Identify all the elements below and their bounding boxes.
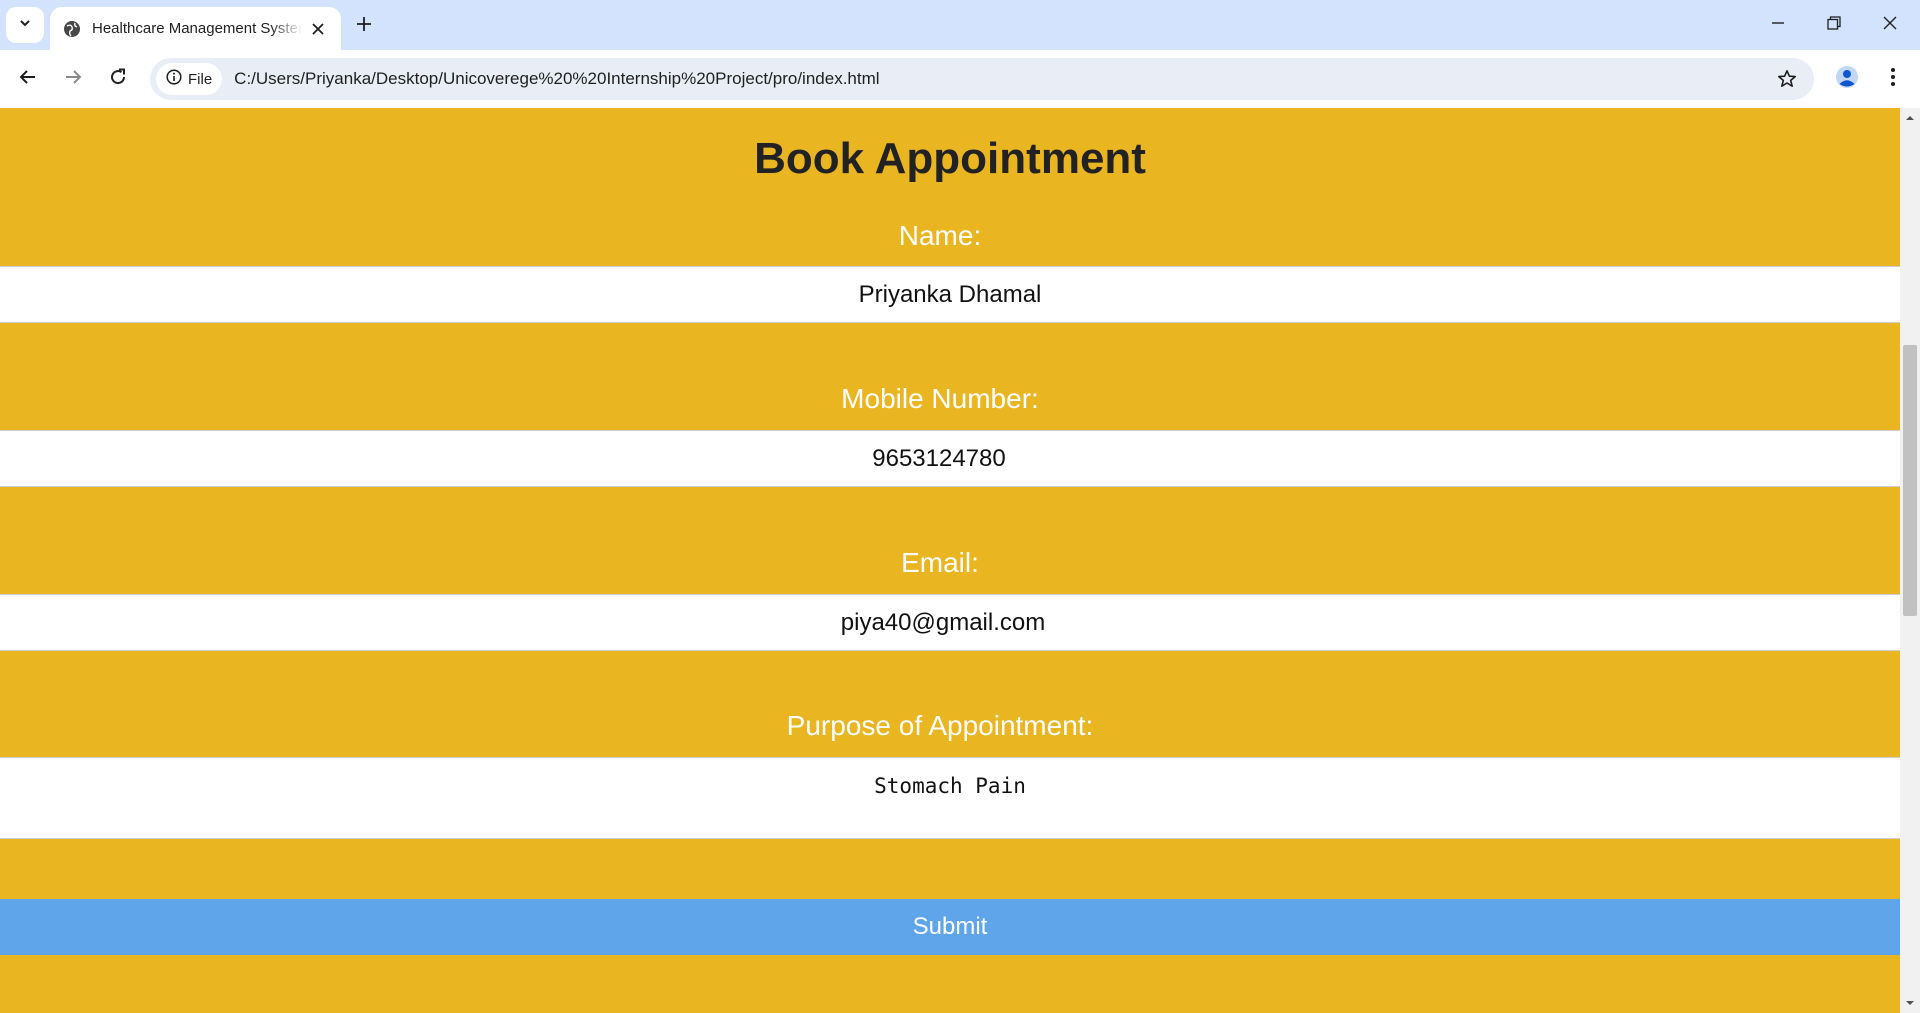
mobile-label: Mobile Number: xyxy=(841,383,1039,414)
info-icon xyxy=(166,68,182,90)
globe-icon xyxy=(62,19,82,39)
email-label: Email: xyxy=(901,547,979,578)
purpose-label: Purpose of Appointment: xyxy=(786,710,1094,741)
reload-button[interactable] xyxy=(101,62,135,96)
purpose-textarea[interactable]: Stomach Pain xyxy=(0,757,1900,839)
submit-button[interactable]: Submit xyxy=(0,899,1900,955)
scroll-down-icon[interactable] xyxy=(1900,993,1920,1013)
page-viewport: Book Appointment Name: Priyanka Dhamal M… xyxy=(0,108,1900,1013)
mobile-input[interactable]: 9653124780 xyxy=(0,430,1900,487)
address-bar[interactable]: File C:/Users/Priyanka/Desktop/Unicovere… xyxy=(150,58,1814,100)
scroll-thumb[interactable] xyxy=(1903,345,1917,616)
tab-search-icon xyxy=(18,16,32,35)
window-close-icon xyxy=(1883,16,1897,35)
page-scrollbar[interactable] xyxy=(1900,108,1920,1013)
profile-icon xyxy=(1835,65,1859,94)
new-tab-button[interactable] xyxy=(350,12,378,40)
tab-strip: Healthcare Management System xyxy=(0,0,1920,50)
close-icon[interactable] xyxy=(307,18,329,40)
window-close-button[interactable] xyxy=(1862,0,1918,50)
name-input[interactable]: Priyanka Dhamal xyxy=(0,266,1900,323)
name-label: Name: xyxy=(898,220,982,251)
forward-button[interactable] xyxy=(56,62,90,96)
star-icon[interactable] xyxy=(1774,66,1800,92)
site-info-chip[interactable]: File xyxy=(156,63,223,95)
forward-arrow-icon xyxy=(64,68,82,91)
tab-title: Healthcare Management System xyxy=(92,20,302,37)
reload-icon xyxy=(109,68,127,91)
profile-button[interactable] xyxy=(1830,62,1864,96)
email-input[interactable]: piya40@gmail.com xyxy=(0,594,1900,651)
back-button[interactable] xyxy=(11,62,45,96)
url-text[interactable]: C:/Users/Priyanka/Desktop/Unicoverege%20… xyxy=(234,69,879,89)
restore-button[interactable] xyxy=(1806,0,1862,50)
restore-icon xyxy=(1827,15,1841,35)
site-info-label: File xyxy=(188,70,213,88)
back-arrow-icon xyxy=(19,68,37,91)
scroll-up-icon[interactable] xyxy=(1900,108,1920,128)
plus-icon xyxy=(356,16,372,37)
active-tab[interactable]: Healthcare Management System xyxy=(50,7,341,50)
tab-search-button[interactable] xyxy=(6,7,44,43)
minimize-button[interactable] xyxy=(1750,0,1806,50)
browser-menu-button[interactable] xyxy=(1876,62,1910,96)
minimize-icon xyxy=(1771,16,1785,35)
more-vert-icon xyxy=(1890,67,1896,92)
page-title: Book Appointment xyxy=(754,134,1146,183)
